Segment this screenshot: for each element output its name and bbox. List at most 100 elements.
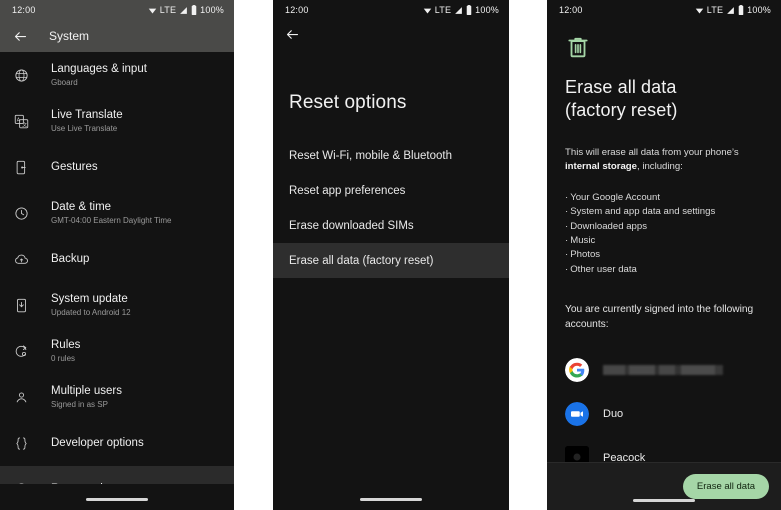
sidebar-item-languages-input[interactable]: Languages & input Gboard <box>0 52 234 98</box>
signal-icon <box>179 6 188 15</box>
list-item: Other user data <box>565 263 763 277</box>
sidebar-item-date-time[interactable]: Date & time GMT-04:00 Eastern Daylight T… <box>0 190 234 236</box>
status-indicators: LTE 100% <box>148 5 224 15</box>
cloud-upload-icon <box>11 249 31 269</box>
sidebar-item-label: Date & time <box>51 201 112 214</box>
list-item: Downloaded apps <box>565 220 763 234</box>
svg-text:文: 文 <box>22 121 27 128</box>
wifi-icon <box>148 6 157 15</box>
sidebar-item-sublabel: 0 rules <box>51 354 76 364</box>
sidebar-item-label: Live Translate <box>51 109 123 122</box>
list-item: System and app data and settings <box>565 205 763 219</box>
app-bar-reset <box>273 20 509 54</box>
person-icon <box>11 387 31 407</box>
google-icon <box>565 357 589 382</box>
list-item: Photos <box>565 248 763 262</box>
sidebar-item-text: Gestures <box>51 160 98 174</box>
reset-option-erase-downloaded-sims[interactable]: Erase downloaded SIMs <box>273 208 509 243</box>
sidebar-item-developer-options[interactable]: Developer options <box>0 420 234 466</box>
sidebar-item-text: Multiple users Signed in as SP <box>51 384 122 410</box>
sidebar-item-rules[interactable]: Rules 0 rules <box>0 328 234 374</box>
sidebar-item-backup[interactable]: Backup <box>0 236 234 282</box>
sidebar-item-gestures[interactable]: Gestures <box>0 144 234 190</box>
sidebar-item-sublabel: Use Live Translate <box>51 124 118 134</box>
sidebar-item-live-translate[interactable]: A文 Live Translate Use Live Translate <box>0 98 234 144</box>
sidebar-item-label: Languages & input <box>51 63 147 76</box>
sidebar-item-text: Backup <box>51 252 89 266</box>
sidebar-item-sublabel: Gboard <box>51 78 78 88</box>
sidebar-item-text: Developer options <box>51 436 144 450</box>
erase-all-data-button[interactable]: Erase all data <box>682 474 769 499</box>
account-name-redacted <box>603 364 723 375</box>
erase-bullet-list: Your Google Account System and app data … <box>565 191 763 277</box>
sidebar-item-text: Languages & input Gboard <box>51 62 147 88</box>
braces-icon <box>11 433 31 453</box>
sidebar-item-sublabel: Signed in as SP <box>51 400 108 410</box>
sidebar-item-label: Multiple users <box>51 385 122 398</box>
gesture-nav-handle[interactable] <box>86 498 148 501</box>
reset-option-app-preferences[interactable]: Reset app preferences <box>273 173 509 208</box>
battery-icon <box>191 5 197 15</box>
erase-description: This will erase all data from your phone… <box>565 146 763 175</box>
battery-percent: 100% <box>475 5 499 15</box>
phone-panel-reset-options: 12:00 LTE 100% Reset options Reset Wi-Fi… <box>273 0 509 510</box>
battery-icon <box>466 5 472 15</box>
page-title-line1: Erase all data <box>565 77 677 97</box>
translate-icon: A文 <box>11 111 31 131</box>
reset-option-label: Erase downloaded SIMs <box>289 219 414 232</box>
screenshot-stage: 12:00 LTE 100% System Languages & input … <box>0 0 781 510</box>
list-item: Music <box>565 234 763 248</box>
clock-icon <box>11 203 31 223</box>
sidebar-item-label: Backup <box>51 252 90 265</box>
status-time: 12:00 <box>559 5 583 15</box>
network-label: LTE <box>706 5 724 15</box>
list-item-account-duo: Duo <box>565 397 763 431</box>
erase-description-bold: internal storage <box>565 161 637 173</box>
list-item: Your Google Account <box>565 191 763 205</box>
gesture-nav-handle[interactable] <box>633 499 695 502</box>
app-bar-system: System <box>0 20 234 52</box>
sidebar-item-system-update[interactable]: System update Updated to Android 12 <box>0 282 234 328</box>
status-time: 12:00 <box>12 5 36 15</box>
system-update-icon <box>11 295 31 315</box>
erase-description-suffix: , including: <box>636 161 683 173</box>
sidebar-item-label: System update <box>51 293 128 306</box>
battery-percent: 100% <box>200 5 224 15</box>
signal-icon <box>454 6 463 15</box>
wifi-icon <box>423 6 432 15</box>
battery-percent: 100% <box>747 5 771 15</box>
status-time: 12:00 <box>285 5 309 15</box>
sidebar-item-text: System update Updated to Android 12 <box>51 292 131 318</box>
globe-icon <box>11 65 31 85</box>
reset-option-erase-all-data[interactable]: Erase all data (factory reset) <box>273 243 509 278</box>
battery-icon <box>738 5 744 15</box>
status-indicators: LTE 100% <box>423 5 499 15</box>
account-name: Duo <box>603 407 624 420</box>
settings-list: Languages & input Gboard A文 Live Transla… <box>0 52 234 510</box>
trash-icon <box>565 34 591 60</box>
page-title: Reset options <box>289 92 407 113</box>
reset-option-wifi-mobile-bluetooth[interactable]: Reset Wi-Fi, mobile & Bluetooth <box>273 138 509 173</box>
list-item-account-google <box>565 353 763 387</box>
sidebar-item-text: Date & time GMT-04:00 Eastern Daylight T… <box>51 200 172 226</box>
sidebar-item-multiple-users[interactable]: Multiple users Signed in as SP <box>0 374 234 420</box>
page-title: Erase all data (factory reset) <box>565 76 763 122</box>
accounts-intro-text: You are currently signed into the follow… <box>565 304 754 330</box>
phone-panel-system: 12:00 LTE 100% System Languages & input … <box>0 0 234 510</box>
sidebar-item-text: Rules 0 rules <box>51 338 80 364</box>
gesture-nav-handle[interactable] <box>360 498 422 501</box>
status-bar: 12:00 LTE 100% <box>273 0 509 20</box>
page-title: System <box>49 29 90 43</box>
back-arrow-icon[interactable] <box>11 27 29 45</box>
reset-option-label: Erase all data (factory reset) <box>289 254 434 267</box>
sidebar-item-label: Gestures <box>51 160 98 173</box>
status-bar: 12:00 LTE 100% <box>547 0 781 20</box>
phone-panel-erase-all-data: 12:00 LTE 100% Erase all data (factory r… <box>547 0 781 510</box>
sidebar-item-sublabel: Updated to Android 12 <box>51 308 131 318</box>
back-arrow-icon[interactable] <box>285 27 300 47</box>
status-indicators: LTE 100% <box>695 5 771 15</box>
wifi-icon <box>695 6 704 15</box>
erase-content: Erase all data (factory reset) This will… <box>547 34 781 475</box>
svg-text:A: A <box>16 117 20 123</box>
signal-icon <box>726 6 735 15</box>
